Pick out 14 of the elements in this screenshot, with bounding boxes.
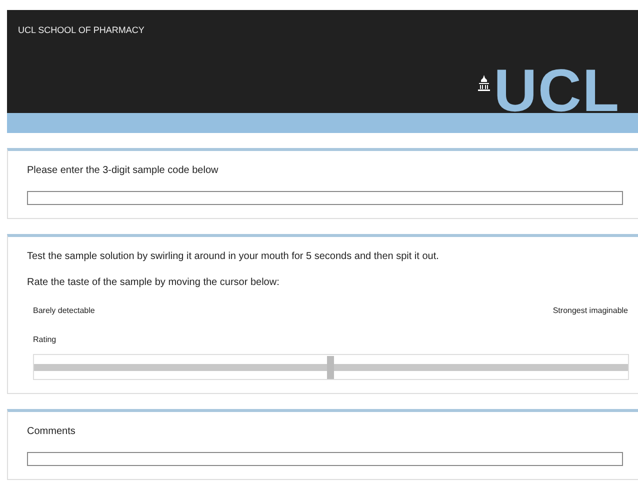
slider-handle[interactable]	[327, 356, 334, 379]
logo-text: UCL	[494, 69, 620, 113]
question-text: Rate the taste of the sample by moving the cursor below:	[27, 277, 280, 288]
school-name: UCL SCHOOL OF PHARMACY	[18, 25, 144, 35]
input-field[interactable]	[27, 452, 623, 466]
input-field[interactable]	[27, 191, 623, 205]
max-label: Strongest imaginable	[552, 306, 628, 315]
question-text: Please enter the 3-digit sample code below	[27, 165, 220, 176]
instruction-text: Test the sample solution by swirling it around in your mouth for 5 seconds and then spit it out.	[27, 251, 440, 262]
min-label: Barely detectable	[33, 306, 95, 315]
rating-slider[interactable]	[33, 354, 629, 380]
question-text: Comments	[27, 426, 76, 437]
slider-label: Rating	[33, 335, 58, 344]
building-icon	[476, 75, 491, 91]
